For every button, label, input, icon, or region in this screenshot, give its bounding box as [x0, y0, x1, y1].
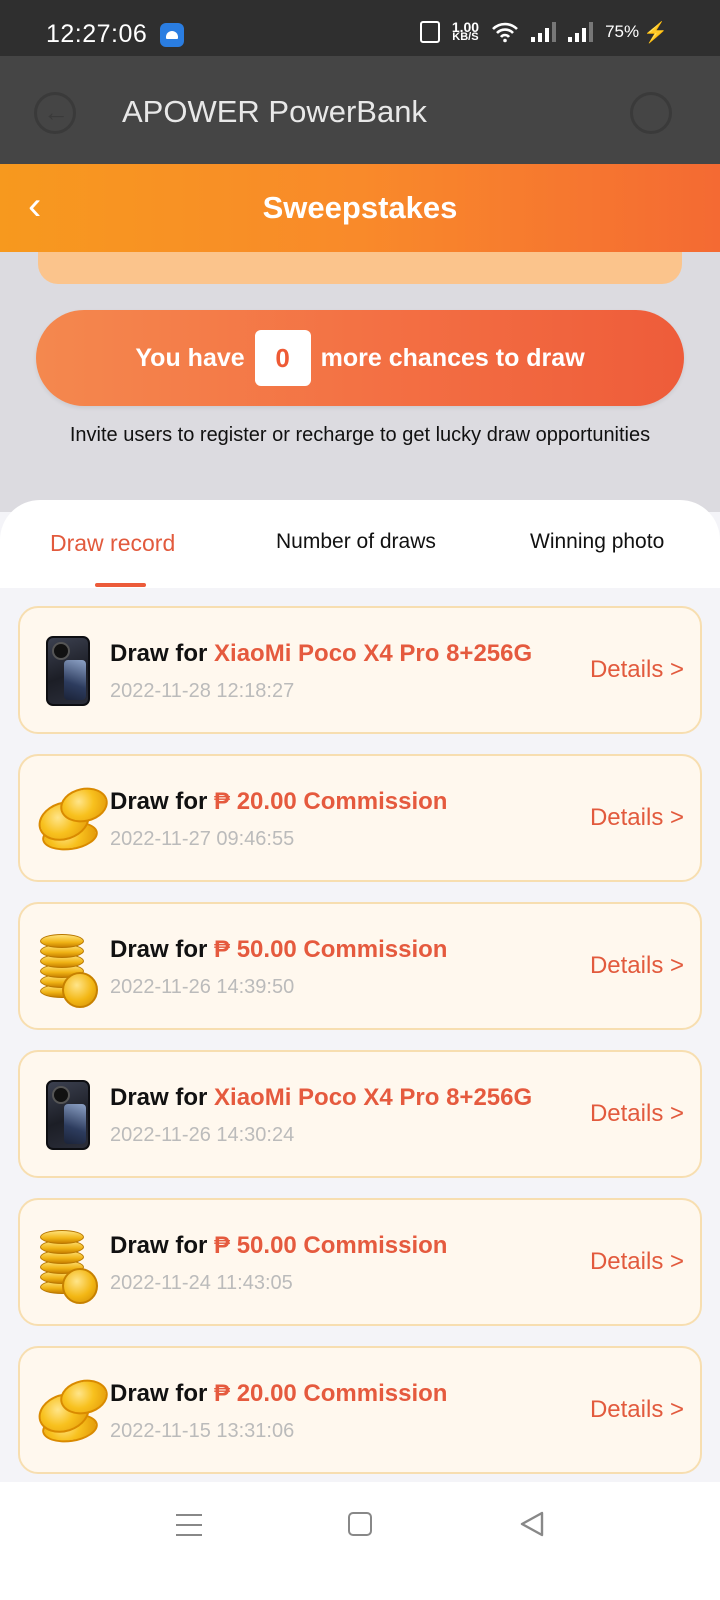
- status-time: 12:27:06: [46, 20, 148, 48]
- phone-image: [36, 1080, 106, 1152]
- record-prize: ₱ 20.00 Commission: [214, 788, 448, 815]
- record-prize: ₱ 50.00 Commission: [214, 1232, 448, 1259]
- record-date: 2022-11-27 09:46:55: [110, 828, 295, 850]
- battery-level: 75%: [605, 22, 640, 41]
- app-back-icon[interactable]: [34, 92, 76, 134]
- status-bar: 12:27:06 1.00 KB/S 75% ⚡: [0, 0, 720, 56]
- android-notification-icon: [160, 23, 184, 47]
- active-tab-indicator: [95, 583, 146, 587]
- app-header: APOWER PowerBank: [0, 56, 720, 164]
- coins-pile-image: [33, 1375, 112, 1448]
- details-link[interactable]: Details >: [590, 1396, 684, 1424]
- tab-winning-photo[interactable]: Winning photo: [530, 530, 664, 554]
- record-tabs: Draw record Number of draws Winning phot…: [0, 500, 720, 588]
- draw-record-list: Draw for XiaoMi Poco X4 Pro 8+256G 2022-…: [18, 606, 702, 1494]
- vibrate-icon: [419, 21, 440, 43]
- record-date: 2022-11-26 14:39:50: [110, 976, 295, 998]
- network-speed-unit: KB/S: [452, 31, 479, 43]
- record-prefix: Draw for: [110, 788, 208, 815]
- list-item[interactable]: Draw for ₱ 20.00 Commission 2022-11-15 1…: [18, 1346, 702, 1474]
- record-title: Draw for XiaoMi Poco X4 Pro 8+256G: [110, 1084, 532, 1112]
- list-item[interactable]: Draw for ₱ 50.00 Commission 2022-11-24 1…: [18, 1198, 702, 1326]
- tab-number-of-draws[interactable]: Number of draws: [276, 530, 436, 554]
- details-link[interactable]: Details >: [590, 952, 684, 980]
- coin-stack-image: [36, 932, 106, 1008]
- details-link[interactable]: Details >: [590, 804, 684, 832]
- record-prize: XiaoMi Poco X4 Pro 8+256G: [214, 640, 533, 667]
- chances-suffix: more chances to draw: [320, 343, 585, 372]
- list-item[interactable]: Draw for XiaoMi Poco X4 Pro 8+256G 2022-…: [18, 606, 702, 734]
- record-prefix: Draw for: [110, 640, 208, 667]
- details-link[interactable]: Details >: [590, 1248, 684, 1276]
- home-square-icon[interactable]: [348, 1512, 372, 1536]
- system-nav-bar: [0, 1482, 720, 1600]
- back-triangle-icon[interactable]: [518, 1510, 546, 1538]
- page-header: ‹ Sweepstakes: [0, 164, 720, 252]
- list-item[interactable]: Draw for ₱ 50.00 Commission 2022-11-26 1…: [18, 902, 702, 1030]
- wifi-icon: [492, 22, 518, 43]
- record-prefix: Draw for: [110, 1084, 208, 1111]
- record-title: Draw for ₱ 20.00 Commission: [110, 788, 447, 816]
- signal-icon-sim1: [531, 22, 557, 42]
- banner-bottom-edge: [38, 252, 682, 284]
- record-prize: ₱ 50.00 Commission: [214, 936, 448, 963]
- coins-pile-image: [33, 783, 112, 856]
- signal-icon-sim2: [568, 22, 594, 42]
- record-prefix: Draw for: [110, 1380, 208, 1407]
- coin-stack-image: [36, 1228, 106, 1304]
- record-prize: XiaoMi Poco X4 Pro 8+256G: [214, 1084, 533, 1111]
- invite-hint: Invite users to register or recharge to …: [69, 424, 651, 446]
- app-menu-icon[interactable]: [630, 92, 672, 134]
- recents-menu-icon[interactable]: [176, 1514, 202, 1536]
- record-prize: ₱ 20.00 Commission: [214, 1380, 448, 1407]
- list-item[interactable]: Draw for XiaoMi Poco X4 Pro 8+256G 2022-…: [18, 1050, 702, 1178]
- chances-prefix: You have: [135, 343, 245, 372]
- details-link[interactable]: Details >: [590, 1100, 684, 1128]
- list-item[interactable]: Draw for ₱ 20.00 Commission 2022-11-27 0…: [18, 754, 702, 882]
- record-date: 2022-11-15 13:31:06: [110, 1420, 295, 1442]
- app-title: APOWER PowerBank: [122, 94, 427, 129]
- details-link[interactable]: Details >: [590, 656, 684, 684]
- phone-image: [36, 636, 106, 708]
- record-prefix: Draw for: [110, 1232, 208, 1259]
- record-date: 2022-11-24 11:43:05: [110, 1272, 293, 1294]
- status-icons: 1.00 KB/S 75% ⚡: [419, 18, 668, 46]
- network-speed: 1.00 KB/S: [452, 20, 479, 43]
- record-date: 2022-11-26 14:30:24: [110, 1124, 295, 1146]
- page-title: Sweepstakes: [262, 190, 458, 225]
- record-title: Draw for ₱ 50.00 Commission: [110, 936, 447, 964]
- record-title: Draw for ₱ 50.00 Commission: [110, 1232, 447, 1260]
- record-title: Draw for ₱ 20.00 Commission: [110, 1380, 447, 1408]
- chances-count: 0: [254, 330, 311, 386]
- draw-summary: You have 0 more chances to draw Invite u…: [0, 252, 720, 512]
- charging-icon: ⚡: [643, 21, 668, 44]
- record-prefix: Draw for: [110, 936, 208, 963]
- record-title: Draw for XiaoMi Poco X4 Pro 8+256G: [110, 640, 532, 668]
- tab-draw-record[interactable]: Draw record: [50, 530, 175, 557]
- record-date: 2022-11-28 12:18:27: [110, 680, 295, 702]
- chances-pill: You have 0 more chances to draw: [36, 310, 684, 406]
